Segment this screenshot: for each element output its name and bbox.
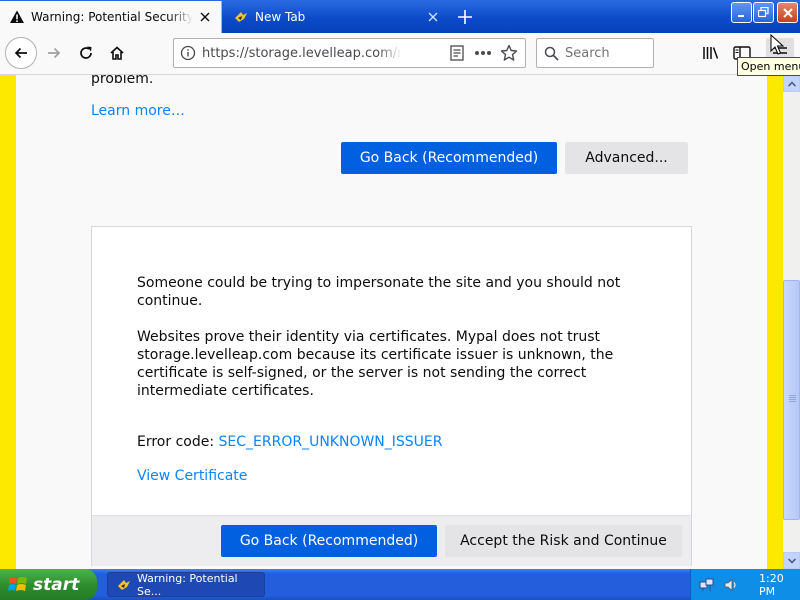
impersonation-warning-text: Someone could be trying to impersonate t… [137,275,621,309]
back-button[interactable] [5,37,37,69]
taskbar: start Warning: Potential Se... 1:20 PM [0,569,800,600]
restore-button[interactable] [753,2,774,23]
windows-logo-icon [8,575,28,595]
warning-icon [9,9,25,25]
search-bar[interactable] [536,38,654,68]
view-certificate-link[interactable]: View Certificate [137,468,247,484]
tab-title: Warning: Potential Security Risk Ahead [31,10,193,24]
network-icon[interactable] [699,577,715,593]
tab-new-tab[interactable]: New Tab [224,1,449,33]
start-button[interactable]: start [0,569,97,600]
taskbar-item-label: Warning: Potential Se... [137,571,238,598]
warning-stripe-left [0,75,16,569]
go-back-button[interactable]: Go Back (Recommended) [341,142,557,174]
taskbar-item-browser[interactable]: Warning: Potential Se... [107,571,265,598]
chevron-down-icon [787,557,796,564]
close-window-button[interactable] [777,2,798,23]
close-tab-icon[interactable] [421,5,445,29]
back-arrow-icon [14,47,27,59]
accept-risk-button[interactable]: Accept the Risk and Continue [445,525,682,557]
chevron-up-icon [787,80,796,87]
navigation-toolbar: https://storage.levelleap.com/nim [0,33,800,75]
reload-icon [80,46,92,59]
certificate-explanation-text: Websites prove their identity via certif… [137,329,614,399]
advanced-panel: Someone could be trying to impersonate t… [91,226,692,566]
mouse-cursor-icon [770,33,785,60]
tab-bar: Warning: Potential Security Risk Ahead N… [0,0,800,33]
warning-stripe-right [767,75,783,569]
home-icon [110,46,124,60]
scroll-down-button[interactable] [783,552,800,569]
forward-arrow-icon [48,47,61,59]
url-text[interactable]: https://storage.levelleap.com/nim [202,46,402,61]
url-bar[interactable]: https://storage.levelleap.com/nim [173,38,526,68]
forward-button[interactable] [39,38,69,68]
go-back-button-bottom[interactable]: Go Back (Recommended) [221,525,437,557]
new-tab-button[interactable] [452,4,478,30]
tab-title: New Tab [255,10,306,24]
tab-security-warning[interactable]: Warning: Potential Security Risk Ahead [0,1,222,33]
scroll-up-button[interactable] [783,75,800,92]
start-label: start [33,574,80,595]
search-input[interactable] [565,45,645,61]
reload-button[interactable] [71,38,101,68]
mypal-icon [116,577,132,593]
search-icon [537,46,565,61]
vertical-scrollbar[interactable] [783,75,800,569]
scroll-thumb[interactable] [783,280,800,520]
advanced-button[interactable]: Advanced... [565,142,688,174]
advanced-panel-footer: Go Back (Recommended) Accept the Risk an… [92,515,691,566]
system-tray: 1:20 PM [690,569,800,600]
volume-icon[interactable] [723,577,739,593]
info-icon[interactable] [174,45,202,61]
home-button[interactable] [102,38,132,68]
page-content: problem. Learn more… Go Back (Recommende… [0,75,783,569]
page-actions-icon[interactable] [473,43,493,63]
library-icon [703,47,719,59]
learn-more-link[interactable]: Learn more… [91,103,185,119]
menu-tooltip: Open menu [737,57,800,76]
close-tab-icon[interactable] [193,5,217,29]
reader-view-icon[interactable] [447,43,467,63]
intro-paragraph-tail: problem. [91,75,154,87]
clock: 1:20 PM [759,571,784,598]
error-code-line: Error code: SEC_ERROR_UNKNOWN_ISSUER [137,434,443,450]
library-button[interactable] [697,38,725,68]
minimize-button[interactable] [731,2,752,23]
error-code-link[interactable]: SEC_ERROR_UNKNOWN_ISSUER [219,434,443,450]
scroll-grip [789,395,796,403]
error-code-label: Error code: [137,434,219,450]
mypal-icon [233,9,249,25]
bookmark-star-icon[interactable] [499,43,519,63]
